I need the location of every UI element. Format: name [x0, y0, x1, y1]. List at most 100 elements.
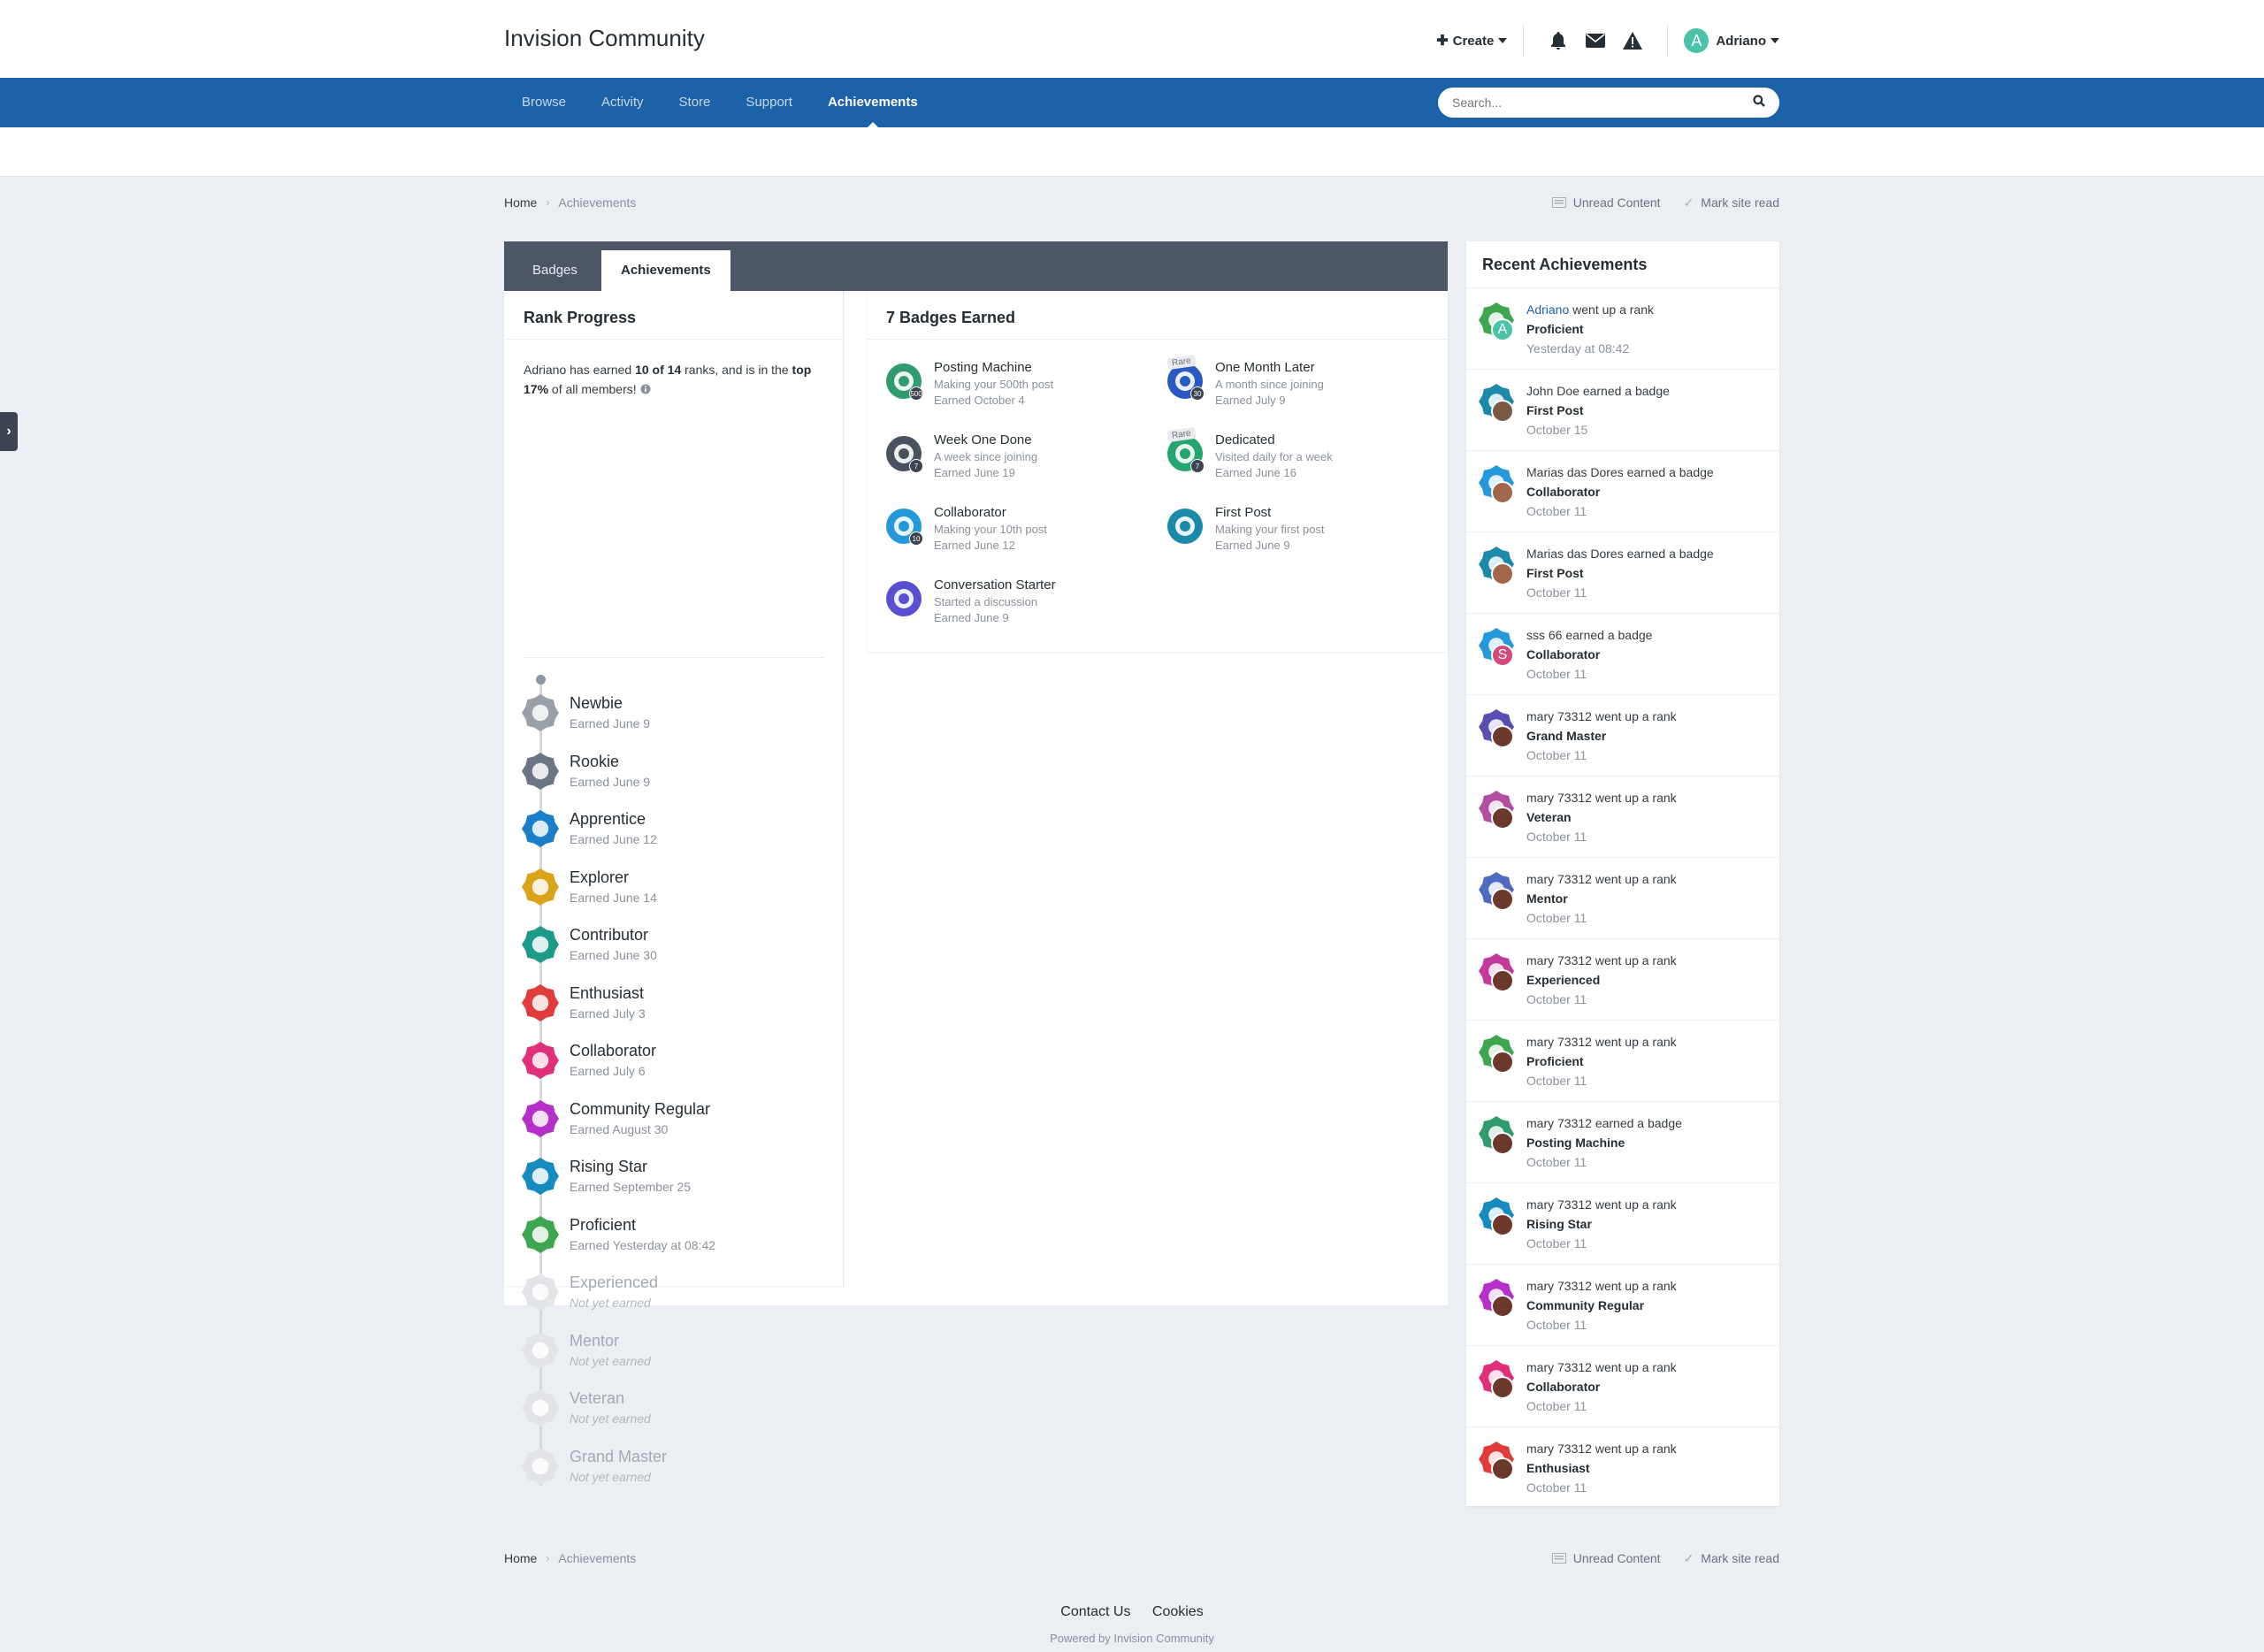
badge-item[interactable]: First Post Making your first post Earned J… — [1167, 505, 1433, 572]
achievement-name[interactable]: Mentor — [1526, 891, 1568, 906]
achievement-name[interactable]: Posting Machine — [1526, 1136, 1625, 1150]
avatar[interactable] — [1491, 1295, 1514, 1318]
warning-icon[interactable] — [1623, 31, 1643, 50]
badge-item[interactable]: 7 Week One Done A week since joining Earned… — [886, 432, 1151, 500]
mark-site-read-label: Mark site read — [1701, 195, 1779, 210]
nav-item-activity[interactable]: Activity — [584, 78, 662, 127]
achievement-name[interactable]: Proficient — [1526, 1054, 1584, 1068]
avatar[interactable] — [1491, 888, 1514, 911]
bell-icon[interactable] — [1549, 31, 1568, 50]
unread-content-link[interactable]: Unread Content — [1551, 195, 1661, 210]
achievement-name[interactable]: Rising Star — [1526, 1217, 1592, 1231]
check-icon: ✓ — [1683, 195, 1694, 210]
search-icon[interactable] — [1753, 94, 1765, 111]
nav-item-browse[interactable]: Browse — [504, 78, 584, 127]
envelope-icon[interactable] — [1586, 31, 1606, 50]
avatar[interactable] — [1491, 481, 1514, 504]
mark-site-read-link[interactable]: ✓ Mark site read — [1684, 1551, 1779, 1566]
achievement-date: October 11 — [1526, 1399, 1587, 1413]
nav-item-support[interactable]: Support — [728, 78, 810, 127]
rank-progress-title: Rank Progress — [524, 309, 637, 326]
badge-name: Posting Machine — [934, 360, 1032, 375]
sidebar-toggle[interactable]: › — [0, 412, 18, 451]
achievement-name[interactable]: Grand Master — [1526, 729, 1606, 743]
tab-achievements[interactable]: Achievements — [601, 250, 730, 291]
rank-badge-icon — [522, 1447, 559, 1485]
avatar[interactable] — [1491, 400, 1514, 423]
actor-name: mary 73312 — [1526, 953, 1592, 967]
avatar[interactable] — [1491, 1213, 1514, 1236]
nav-item-achievements[interactable]: Achievements — [810, 78, 936, 127]
badge-item[interactable]: 500 Posting Machine Making your 500th post… — [886, 360, 1151, 427]
badge-description: Visited daily for a week — [1215, 450, 1333, 463]
achievement-name[interactable]: Community Regular — [1526, 1298, 1644, 1312]
achievement-name[interactable]: First Post — [1526, 403, 1584, 417]
chevron-right-icon: › — [546, 1552, 550, 1564]
badge-date: Earned June 9 — [1215, 539, 1290, 552]
cookies-link[interactable]: Cookies — [1152, 1604, 1204, 1619]
achievement-date: Yesterday at 08:42 — [1526, 341, 1630, 356]
rank-item: Apprentice Earned June 12 — [522, 801, 822, 860]
achievement-name[interactable]: Enthusiast — [1526, 1461, 1590, 1475]
avatar[interactable] — [1491, 1051, 1514, 1074]
achievement-name[interactable]: Collaborator — [1526, 1380, 1600, 1394]
achievement-name[interactable]: Experienced — [1526, 973, 1600, 987]
rank-badge-icon — [522, 868, 559, 906]
user-menu-button[interactable]: A Adriano — [1684, 28, 1779, 53]
avatar[interactable] — [1491, 1132, 1514, 1155]
rank-badge-icon — [522, 1273, 559, 1311]
actor-name: sss 66 — [1526, 628, 1563, 642]
breadcrumb-home[interactable]: Home — [504, 195, 537, 210]
badge-item[interactable]: Conversation Starter Started a discussion… — [886, 577, 1151, 645]
avatar[interactable] — [1491, 1457, 1514, 1480]
achievement-name[interactable]: First Post — [1526, 566, 1584, 580]
recent-achievement-item: mary 73312 went up a rank Experienced Octo… — [1466, 939, 1779, 1021]
actor-name: Marias das Dores — [1526, 547, 1624, 561]
avatar[interactable]: A — [1491, 318, 1514, 341]
info-icon[interactable] — [640, 384, 651, 394]
achievement-date: October 11 — [1526, 585, 1587, 600]
badge-date: Earned June 12 — [934, 539, 1015, 552]
rank-badge-icon — [522, 1042, 559, 1079]
avatar[interactable] — [1491, 969, 1514, 992]
unread-content-label: Unread Content — [1572, 195, 1661, 210]
rank-name: Rising Star — [570, 1158, 648, 1175]
unread-content-link[interactable]: Unread Content — [1551, 1551, 1661, 1566]
search-input[interactable] — [1452, 96, 1717, 110]
avatar[interactable] — [1491, 807, 1514, 830]
avatar[interactable] — [1491, 1376, 1514, 1399]
achievement-name[interactable]: Veteran — [1526, 810, 1572, 824]
contact-us-link[interactable]: Contact Us — [1060, 1604, 1130, 1619]
actor-name: mary 73312 — [1526, 1360, 1592, 1374]
avatar[interactable]: S — [1491, 644, 1514, 667]
achievement-name[interactable]: Proficient — [1526, 322, 1584, 336]
achievement-action: went up a rank — [1591, 1035, 1677, 1049]
tab-badges[interactable]: Badges — [513, 250, 597, 291]
achievement-date: October 11 — [1526, 1318, 1587, 1332]
badge-item[interactable]: 7 Rare Dedicated Visited daily for a week Ea… — [1166, 426, 1433, 500]
rank-name: Enthusiast — [570, 983, 645, 1002]
chevron-right-icon: › — [546, 196, 550, 209]
recent-achievement-item: John Doe earned a badge First Post October… — [1466, 370, 1779, 451]
breadcrumb-home[interactable]: Home — [504, 1551, 537, 1565]
rank-date: Earned Yesterday at 08:42 — [570, 1237, 716, 1252]
create-menu-button[interactable]: ✚ Create — [1436, 32, 1508, 50]
site-title[interactable]: Invision Community — [504, 25, 705, 52]
achievement-name[interactable]: Collaborator — [1526, 647, 1600, 662]
badge-item[interactable]: 10 Collaborator Making your 10th post Earne… — [886, 505, 1151, 572]
achievement-name[interactable]: Collaborator — [1526, 485, 1600, 499]
achievement-action: went up a rank — [1591, 1279, 1677, 1293]
nav-item-store[interactable]: Store — [662, 78, 729, 127]
achievement-action: went up a rank — [1591, 791, 1677, 805]
avatar[interactable] — [1491, 725, 1514, 748]
recent-achievement-item: A Adriano went up a rank Proficient Yesterd… — [1466, 288, 1779, 370]
achievement-date: October 11 — [1526, 748, 1587, 762]
avatar[interactable] — [1491, 562, 1514, 585]
actor-name[interactable]: Adriano — [1526, 302, 1569, 317]
mark-site-read-link[interactable]: ✓ Mark site read — [1684, 195, 1779, 210]
rank-date: Earned June 30 — [570, 948, 657, 962]
rank-badge-icon — [522, 694, 559, 731]
rank-item: Proficient Earned Yesterday at 08:42 — [522, 1207, 822, 1266]
rank-badge-icon — [522, 752, 559, 790]
badge-item[interactable]: 30 Rare One Month Later A month since joini… — [1166, 354, 1433, 427]
